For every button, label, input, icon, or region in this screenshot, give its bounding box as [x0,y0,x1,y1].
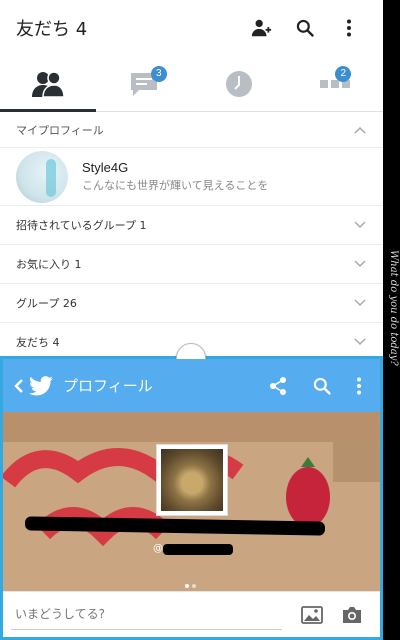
camera-icon [343,606,361,623]
overflow-menu-button[interactable] [327,6,371,50]
search-icon [313,377,331,395]
wallpaper-text: What do you do today? [388,250,399,366]
tab-bar: 3 2 [0,56,383,112]
clock-icon [226,70,253,97]
twitter-avatar[interactable] [156,444,228,516]
chevron-up-icon [353,123,367,137]
line-header: 友だち 4 [0,0,383,56]
tab-chats[interactable]: 3 [96,56,192,111]
list-item-label: お気に入り 1 [16,258,82,271]
chevron-down-icon [353,335,367,349]
add-photo-button[interactable] [292,595,332,635]
avatar [16,150,68,203]
more-vert-icon [357,377,361,394]
list-item-label: 招待されているグループ 1 [16,219,147,232]
share-icon [270,376,286,395]
wallpaper-strip: What do you do today? [383,0,400,640]
add-friend-icon [251,19,272,37]
camera-button[interactable] [332,595,372,635]
twitter-page-title: プロフィール [63,377,153,395]
list-item-groups[interactable]: グループ 26 [0,284,383,323]
list-item-favorites[interactable]: お気に入り 1 [0,245,383,284]
compose-bar [3,591,380,637]
twitter-handle: @ [153,543,163,554]
page-title: 友だち 4 [16,19,88,40]
tab-friends[interactable] [0,56,96,112]
list-item-label: グループ 26 [16,297,77,310]
page-indicator [185,584,196,588]
tab-timeline[interactable] [192,56,288,111]
profile-banner: @ [3,412,380,591]
cat-photo [161,449,223,511]
image-icon [301,605,323,624]
tab-more[interactable]: 2 [287,56,383,111]
twitter-search-button[interactable] [300,364,344,408]
add-friend-button[interactable] [239,6,283,50]
list-item-invited-groups[interactable]: 招待されているグループ 1 [0,206,383,245]
search-button[interactable] [283,6,327,50]
share-button[interactable] [256,364,300,408]
twitter-app-pane: プロフィール @ いまどうしてる? [0,359,383,640]
redacted-handle [163,544,233,555]
back-button[interactable] [9,364,29,408]
my-profile-label: マイプロフィール [16,123,104,137]
chevron-down-icon [353,257,367,271]
twitter-header: プロフィール [3,359,380,412]
twitter-overflow-button[interactable] [344,364,374,408]
search-icon [296,19,314,37]
friends-icon [31,70,64,97]
tweet-compose-input[interactable] [11,599,282,630]
profile-name: Style4G [82,160,129,175]
chevron-down-icon [353,296,367,310]
chevron-down-icon [353,218,367,232]
my-profile-header[interactable]: マイプロフィール [0,112,383,148]
profile-status-message: こんなにも世界が輝いて見えることを [82,179,269,192]
more-vert-icon [347,19,351,37]
line-app-pane: 友だち 4 3 2 マイプロフィール Style4G こんなにも世界が輝いて見え… [0,0,383,357]
my-profile-row[interactable]: Style4G こんなにも世界が輝いて見えることを [0,148,383,206]
twitter-bird-icon [29,375,53,395]
back-chevron-icon [14,378,23,393]
chats-badge: 3 [150,66,167,82]
